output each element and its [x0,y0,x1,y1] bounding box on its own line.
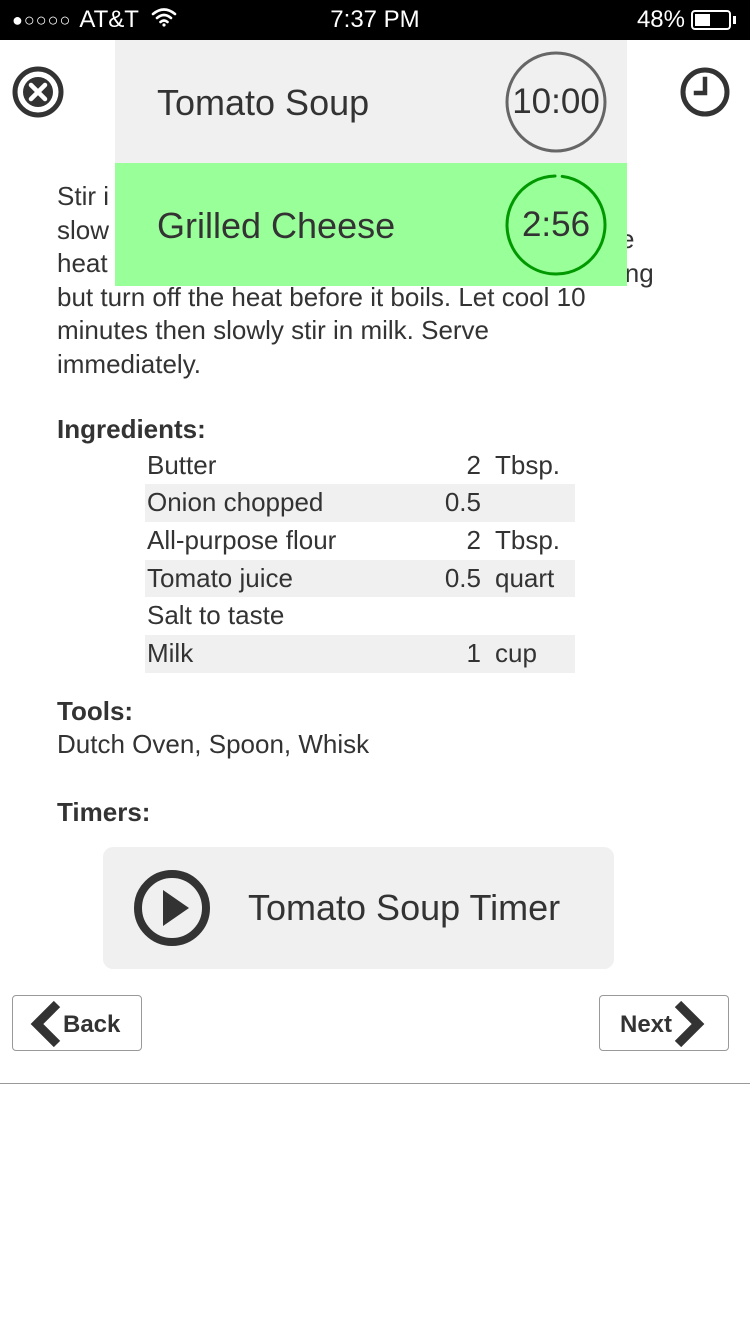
play-circle-icon [133,869,211,952]
ingredient-qty: 2 [466,524,481,555]
ingredient-qty: 2 [466,449,481,480]
battery-level [695,14,710,26]
clock-icon[interactable] [679,66,731,123]
table-row: Milk 1 cup [145,634,575,673]
ingredient-unit: Tbsp. [495,449,561,480]
ingredient-unit [493,597,575,635]
ingredients-table: Butter 2 Tbsp. Onion chopped 0.5 All-pur… [145,447,575,673]
timers-heading: Timers: [57,796,151,827]
table-row: All-purpose flour 2 Tbsp. [145,522,575,560]
ingredient-name: Onion chopped [145,484,421,522]
ingredient-unit: Tbsp. [495,524,561,555]
status-bar: ●○○○○ AT&T 7:37 PM 48% [0,0,750,40]
ingredient-unit [493,484,575,522]
divider [0,1083,750,1084]
battery-percent: 48% [636,6,685,33]
ingredient-name: Butter [147,449,217,480]
table-row: Salt to taste [145,597,575,635]
ingredient-name: Milk [145,634,421,673]
table-row: Tomato juice 0.5 quart [145,559,575,598]
next-button[interactable]: Next [599,995,729,1051]
ingredient-qty [421,597,493,635]
start-timer-button[interactable]: Tomato Soup Timer [103,847,614,969]
chevron-left-icon [29,1000,63,1055]
timer-countdown: 2:56 [521,205,591,244]
ingredient-qty: 0.5 [421,559,493,598]
timer-button-label: Tomato Soup Timer [248,887,561,928]
tools-list: Dutch Oven, Spoon, Whisk [57,729,370,760]
battery-nub [733,16,736,24]
next-label: Next [620,1011,673,1038]
active-timers-dropdown: Tomato Soup 10:00 Grilled Cheese 2:56 [115,40,627,286]
instruction-line: immediately. [57,348,202,379]
close-circle-icon[interactable] [12,66,64,123]
ingredient-qty: 0.5 [421,484,493,522]
timer-row-tomato-soup[interactable]: Tomato Soup 10:00 [115,40,627,163]
ingredient-unit: cup [493,634,575,673]
table-row: Onion chopped 0.5 [145,484,575,522]
ingredients-heading: Ingredients: [57,414,206,444]
ingredient-qty: 1 [421,634,493,673]
timer-row-grilled-cheese[interactable]: Grilled Cheese 2:56 [115,163,627,286]
status-right: 48% [637,6,736,34]
back-label: Back [63,1011,121,1038]
battery-icon [691,10,731,30]
timer-name: Tomato Soup [157,82,370,123]
tools-heading: Tools: [57,695,134,726]
table-row: Butter 2 Tbsp. [145,447,575,485]
back-button[interactable]: Back [12,995,142,1051]
timer-name: Grilled Cheese [157,205,396,246]
timer-countdown: 10:00 [512,82,600,121]
instruction-line: minutes then slowly stir in milk. Serve [57,315,490,345]
chevron-right-icon [672,1000,706,1055]
ingredient-name: Tomato juice [145,559,421,598]
ingredient-name: Salt to taste [147,600,285,631]
ingredient-name: All-purpose flour [147,524,337,555]
ingredient-unit: quart [493,559,575,598]
